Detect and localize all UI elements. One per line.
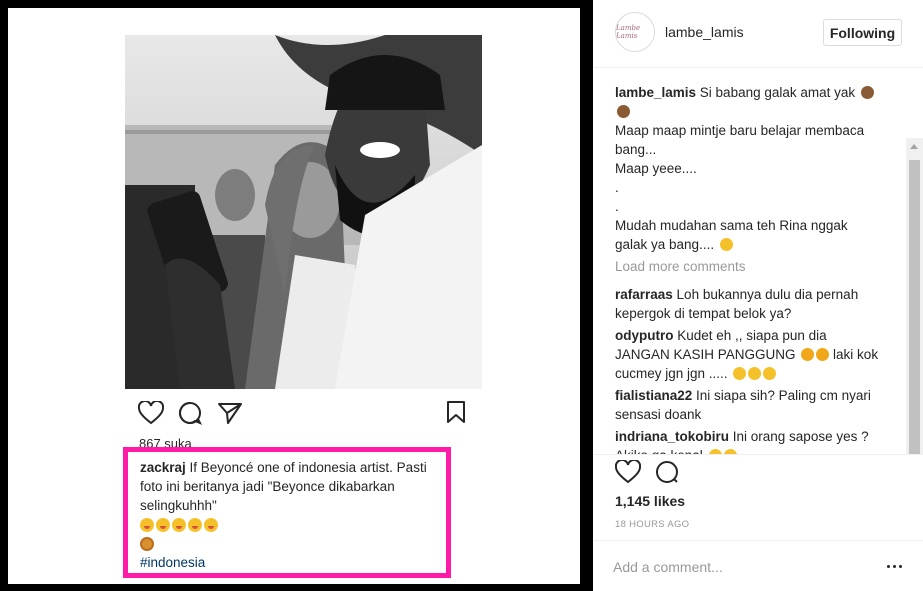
- scroll-up-arrow-icon[interactable]: [910, 144, 918, 149]
- scroll-thumb[interactable]: [909, 160, 920, 454]
- lion-emoji-icon: [140, 536, 154, 551]
- grimace-emoji-icon: [708, 449, 722, 454]
- tongue-emoji-icon: [763, 367, 777, 380]
- avatar[interactable]: Lambe Lamis: [615, 12, 655, 52]
- rolling-laugh-emoji-icon: [801, 348, 815, 361]
- list-item: fialistiana22 Ini siapa sih? Paling cm n…: [615, 386, 879, 424]
- post-media-panel: 867 suka zackraj If Beyoncé one of indon…: [0, 0, 593, 591]
- add-comment-bar: [593, 540, 923, 591]
- rolling-laugh-emoji-icon: [816, 348, 830, 361]
- comment-text: Si babang galak amat yak: [696, 85, 856, 100]
- comment-username[interactable]: lambe_lamis: [615, 85, 696, 100]
- grimace-emoji-icon: [719, 238, 733, 251]
- caption-emoji-row: [140, 515, 436, 534]
- caption-username[interactable]: zackraj: [140, 460, 186, 475]
- comment-username[interactable]: rafarraas: [615, 287, 673, 302]
- comment-username[interactable]: odyputro: [615, 328, 674, 343]
- highlighted-caption: zackraj If Beyoncé one of indonesia arti…: [123, 447, 451, 578]
- comment-username[interactable]: indriana_tokobiru: [615, 429, 729, 444]
- list-item: rafarraas Loh bukannya dulu dia pernah k…: [615, 285, 879, 323]
- comment-text: .: [615, 180, 619, 195]
- avatar-logo-text: Lambe Lamis: [616, 24, 641, 40]
- selfie-photo-illustration: [125, 35, 482, 389]
- caption-hashtag[interactable]: #indonesia: [140, 553, 436, 572]
- comments-list[interactable]: lambe_lamis Si babang galak amat yak Maa…: [593, 69, 923, 455]
- laughing-emoji-icon: [156, 517, 170, 532]
- owner-caption-comment: lambe_lamis Si babang galak amat yak Maa…: [615, 83, 879, 254]
- comment-input[interactable]: [613, 557, 863, 577]
- grimace-emoji-icon: [723, 449, 737, 454]
- following-button[interactable]: Following: [823, 19, 902, 46]
- tongue-emoji-icon: [733, 367, 747, 380]
- paper-plane-icon[interactable]: [217, 401, 243, 430]
- bookmark-icon[interactable]: [446, 400, 466, 429]
- post-photo[interactable]: [125, 35, 482, 389]
- comment-username[interactable]: fialistiana22: [615, 388, 692, 403]
- comments-scrollbar[interactable]: [906, 138, 923, 454]
- laughing-emoji-icon: [188, 517, 202, 532]
- comments-content: lambe_lamis Si babang galak amat yak Maa…: [615, 83, 879, 454]
- laughing-emoji-icon: [204, 517, 218, 532]
- comment-text: Maap maap mintje baru belajar membaca ba…: [615, 123, 865, 157]
- load-more-comments-link[interactable]: Load more comments: [615, 257, 879, 276]
- screenshot-frame: 867 suka zackraj If Beyoncé one of indon…: [8, 8, 580, 584]
- post-sidebar: Lambe Lamis lambe_lamis Following lambe_…: [593, 0, 923, 591]
- caption-text: zackraj If Beyoncé one of indonesia arti…: [140, 458, 436, 515]
- post-actions: [614, 458, 735, 489]
- ellipsis-icon[interactable]: [887, 565, 903, 569]
- comment-bubble-icon[interactable]: [655, 460, 679, 489]
- likes-count[interactable]: 1,145 likes: [615, 493, 685, 509]
- header-username[interactable]: lambe_lamis: [665, 24, 744, 40]
- comment-text: Maap yeee....: [615, 161, 697, 176]
- laughing-emoji-icon: [140, 517, 154, 532]
- caption-lion-row: [140, 534, 436, 553]
- post-header: Lambe Lamis lambe_lamis Following: [593, 0, 923, 68]
- comment-bubble-icon[interactable]: [178, 401, 203, 430]
- comment-text: .: [615, 199, 619, 214]
- laughing-emoji-icon: [172, 517, 186, 532]
- tongue-emoji-icon: [748, 367, 762, 380]
- see-no-evil-monkey-emoji-icon: [860, 86, 874, 99]
- list-item: odyputro Kudet eh ,, siapa pun dia JANGA…: [615, 326, 879, 383]
- heart-icon[interactable]: [614, 458, 642, 489]
- see-no-evil-monkey-emoji-icon: [617, 105, 630, 118]
- heart-icon[interactable]: [137, 399, 165, 430]
- list-item: indriana_tokobiru Ini orang sapose yes ?…: [615, 427, 879, 454]
- post-timestamp[interactable]: 18 HOURS AGO: [615, 519, 689, 530]
